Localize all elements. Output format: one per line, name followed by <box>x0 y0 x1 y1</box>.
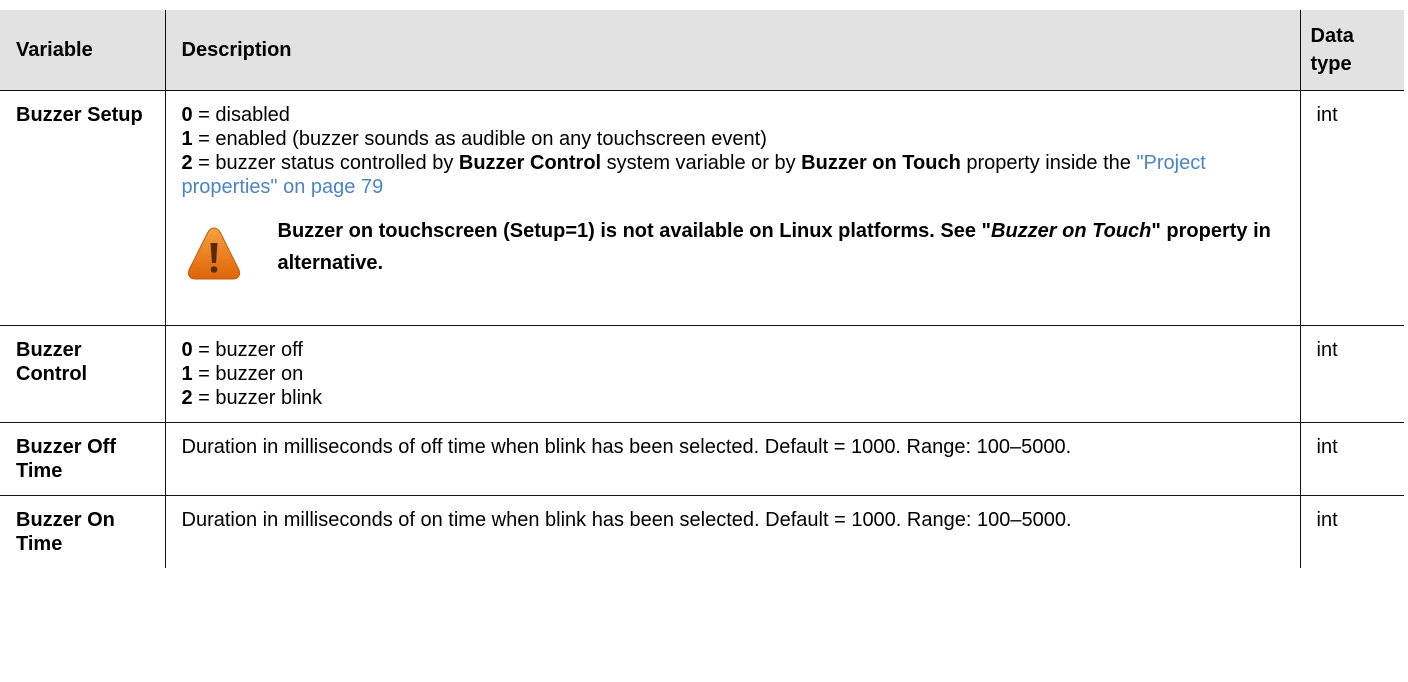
value-key: 0 <box>181 104 193 126</box>
value-text: = buzzer status controlled by <box>192 152 459 174</box>
warning-icon <box>187 227 240 280</box>
value-text: system variable or by <box>601 152 802 174</box>
buzzer-control-ref: Buzzer Control <box>458 152 602 174</box>
value-key: 1 <box>181 363 193 385</box>
description-cell: Duration in milliseconds of off time whe… <box>164 422 1301 496</box>
warning-text-a: Buzzer on touchscreen (Setup=1) is not a… <box>277 220 992 242</box>
header-description: Description <box>164 10 1301 91</box>
value-line: 2 = buzzer status controlled by Buzzer C… <box>182 151 1284 199</box>
value-line: 1 = enabled (buzzer sounds as audible on… <box>182 127 1284 151</box>
value-text: property inside the <box>960 152 1137 174</box>
table-row: Buzzer Setup 0 = disabled 1 = enabled (b… <box>0 90 1404 326</box>
description-cell: Duration in milliseconds of on time when… <box>164 495 1301 568</box>
warning-text-italic: Buzzer on Touch <box>991 220 1152 242</box>
table-row: Buzzer Off Time Duration in milliseconds… <box>0 422 1404 496</box>
value-text: = disabled <box>192 104 290 126</box>
data-type: int <box>1299 325 1404 423</box>
system-variables-table: Variable Description Data type Buzzer Se… <box>0 10 1404 568</box>
data-type: int <box>1299 422 1404 496</box>
value-line: 0 = disabled <box>182 103 1284 127</box>
value-text: = buzzer blink <box>192 387 323 409</box>
value-key: 2 <box>181 152 193 174</box>
header-variable: Variable <box>0 10 166 91</box>
value-text: = enabled (buzzer sounds as audible on a… <box>192 128 767 150</box>
value-key: 0 <box>181 339 193 361</box>
buzzer-on-touch-ref: Buzzer on Touch <box>801 152 961 174</box>
warning-text: Buzzer on touchscreen (Setup=1) is not a… <box>278 215 1284 279</box>
data-type: int <box>1299 495 1404 568</box>
value-text: = buzzer on <box>192 363 304 385</box>
description-cell: 0 = disabled 1 = enabled (buzzer sounds … <box>164 90 1301 326</box>
value-line: 2 = buzzer blink <box>182 386 1284 410</box>
value-line: 1 = buzzer on <box>182 362 1284 386</box>
data-type: int <box>1299 90 1404 326</box>
description-cell: 0 = buzzer off 1 = buzzer on 2 = buzzer … <box>164 325 1301 423</box>
variable-name: Buzzer Setup <box>0 90 166 326</box>
variable-name: Buzzer On Time <box>0 495 166 568</box>
value-text: = buzzer off <box>192 339 303 361</box>
variable-name: Buzzer Off Time <box>0 422 166 496</box>
variable-name: Buzzer Control <box>0 325 166 423</box>
table-row: Buzzer Control 0 = buzzer off 1 = buzzer… <box>0 325 1404 423</box>
warning-note: Buzzer on touchscreen (Setup=1) is not a… <box>182 215 1284 281</box>
value-line: 0 = buzzer off <box>182 338 1284 362</box>
header-data-type: Data type <box>1299 10 1404 91</box>
table-row: Buzzer On Time Duration in milliseconds … <box>0 495 1404 568</box>
value-key: 2 <box>181 387 193 409</box>
value-key: 1 <box>181 128 193 150</box>
table-header-row: Variable Description Data type <box>0 10 1404 91</box>
